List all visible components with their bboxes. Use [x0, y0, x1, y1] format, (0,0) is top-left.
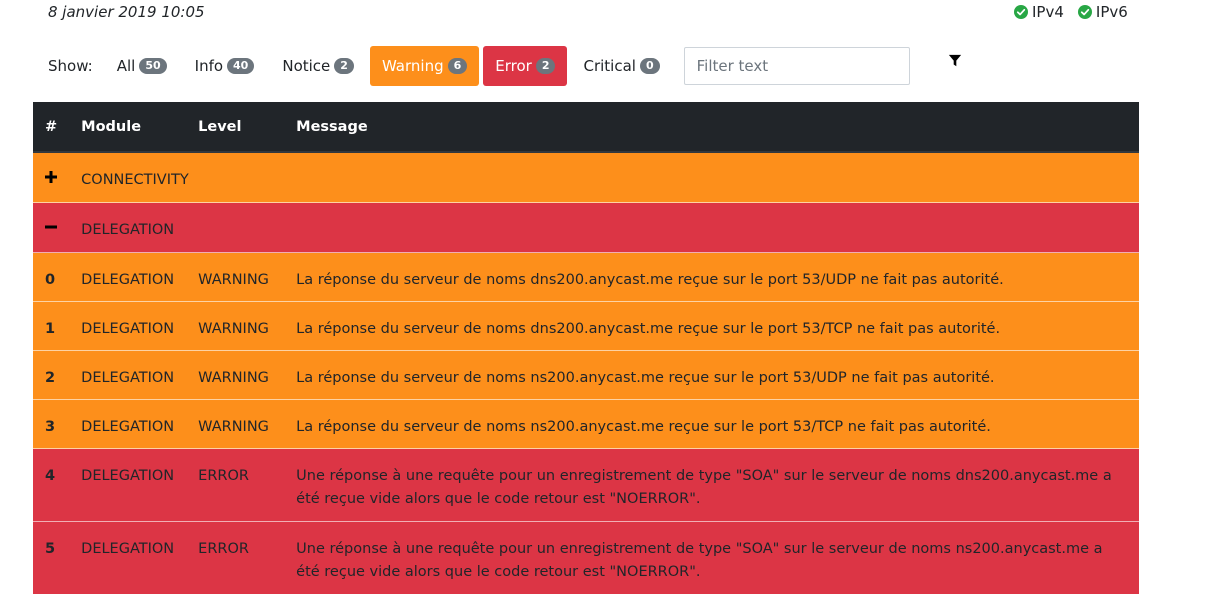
expand-toggle[interactable]: [33, 151, 70, 203]
filter-info-button[interactable]: Info 40: [183, 46, 267, 86]
filter-error-count: 2: [535, 58, 556, 74]
row-level: WARNING: [186, 301, 285, 351]
filter-all-button[interactable]: All 50: [105, 46, 179, 86]
row-module: DELEGATION: [69, 252, 187, 302]
row-level: WARNING: [186, 252, 285, 302]
header-num: #: [33, 102, 70, 153]
filter-critical-button[interactable]: Critical 0: [571, 46, 671, 86]
filter-bar: Show: All 50 Info 40 Notice 2 Warning 6 …: [48, 46, 910, 86]
filter-text-input[interactable]: [683, 47, 910, 85]
filter-notice-button[interactable]: Notice 2: [270, 46, 366, 86]
filter-notice-label: Notice: [282, 57, 331, 75]
row-module: DELEGATION: [69, 448, 187, 522]
header-level: Level: [186, 102, 285, 153]
ipv6-label: IPv6: [1095, 3, 1128, 21]
row-message: Une réponse à une requête pour un enregi…: [284, 448, 1139, 522]
row-module: DELEGATION: [69, 399, 187, 449]
row-level: WARNING: [186, 399, 285, 449]
row-num: 4: [33, 448, 70, 522]
table-row: 0 DELEGATION WARNING La réponse du serve…: [33, 252, 1139, 302]
check-circle-icon: [1014, 5, 1028, 19]
module-group-row[interactable]: DELEGATION: [33, 202, 1139, 253]
header-message: Message: [284, 102, 1139, 153]
filter-warning-label: Warning: [381, 57, 444, 75]
results-table: # Module Level Message CONNECTIVITY DELE…: [33, 102, 1139, 594]
minus-icon[interactable]: [45, 220, 57, 234]
filter-info-label: Info: [194, 57, 224, 75]
filter-warning-count: 6: [447, 58, 468, 74]
row-num: 5: [33, 521, 70, 594]
row-message: Une réponse à une requête pour un enregi…: [284, 521, 1139, 594]
filter-critical-count: 0: [639, 58, 660, 74]
row-num: 0: [33, 252, 70, 302]
module-group-row[interactable]: CONNECTIVITY: [33, 151, 1139, 203]
row-num: 2: [33, 350, 70, 400]
row-message: La réponse du serveur de noms dns200.any…: [284, 301, 1139, 351]
row-module: DELEGATION: [69, 521, 187, 594]
show-label: Show:: [48, 57, 93, 75]
filter-info-count: 40: [227, 58, 255, 74]
filter-notice-count: 2: [334, 58, 354, 74]
row-level: WARNING: [186, 350, 285, 400]
row-message: La réponse du serveur de noms ns200.anyc…: [284, 350, 1139, 400]
test-date: 8 janvier 2019 10:05: [48, 3, 205, 21]
filter-all-count: 50: [139, 58, 167, 74]
ipv4-label: IPv4: [1032, 3, 1064, 21]
table-row: 2 DELEGATION WARNING La réponse du serve…: [33, 350, 1139, 400]
row-module: DELEGATION: [69, 301, 187, 351]
table-row: 1 DELEGATION WARNING La réponse du serve…: [33, 301, 1139, 351]
row-module: DELEGATION: [69, 350, 187, 400]
row-level: ERROR: [186, 521, 285, 594]
ipv4-status: IPv4: [1014, 3, 1064, 21]
collapse-toggle[interactable]: [33, 202, 70, 253]
row-level: ERROR: [186, 448, 285, 522]
header-module: Module: [69, 102, 187, 153]
row-num: 1: [33, 301, 70, 351]
group-module-name: CONNECTIVITY: [69, 151, 1139, 203]
filter-warning-button[interactable]: Warning 6: [369, 46, 480, 86]
row-message: La réponse du serveur de noms ns200.anyc…: [284, 399, 1139, 449]
group-module-name: DELEGATION: [69, 202, 1139, 253]
row-num: 3: [33, 399, 70, 449]
row-message: La réponse du serveur de noms dns200.any…: [284, 252, 1139, 302]
filter-error-label: Error: [495, 57, 532, 75]
table-row: 4 DELEGATION ERROR Une réponse à une req…: [33, 448, 1139, 522]
table-header-row: # Module Level Message: [33, 102, 1139, 153]
plus-icon[interactable]: [45, 170, 57, 184]
table-row: 5 DELEGATION ERROR Une réponse à une req…: [33, 521, 1139, 594]
filter-critical-label: Critical: [583, 57, 636, 75]
funnel-icon[interactable]: [948, 54, 962, 68]
ip-status: IPv4 IPv6: [1014, 3, 1128, 21]
filter-all-label: All: [116, 57, 136, 75]
table-row: 3 DELEGATION WARNING La réponse du serve…: [33, 399, 1139, 449]
ipv6-status: IPv6: [1077, 3, 1128, 21]
filter-error-button[interactable]: Error 2: [483, 46, 568, 86]
check-circle-icon: [1077, 5, 1092, 19]
